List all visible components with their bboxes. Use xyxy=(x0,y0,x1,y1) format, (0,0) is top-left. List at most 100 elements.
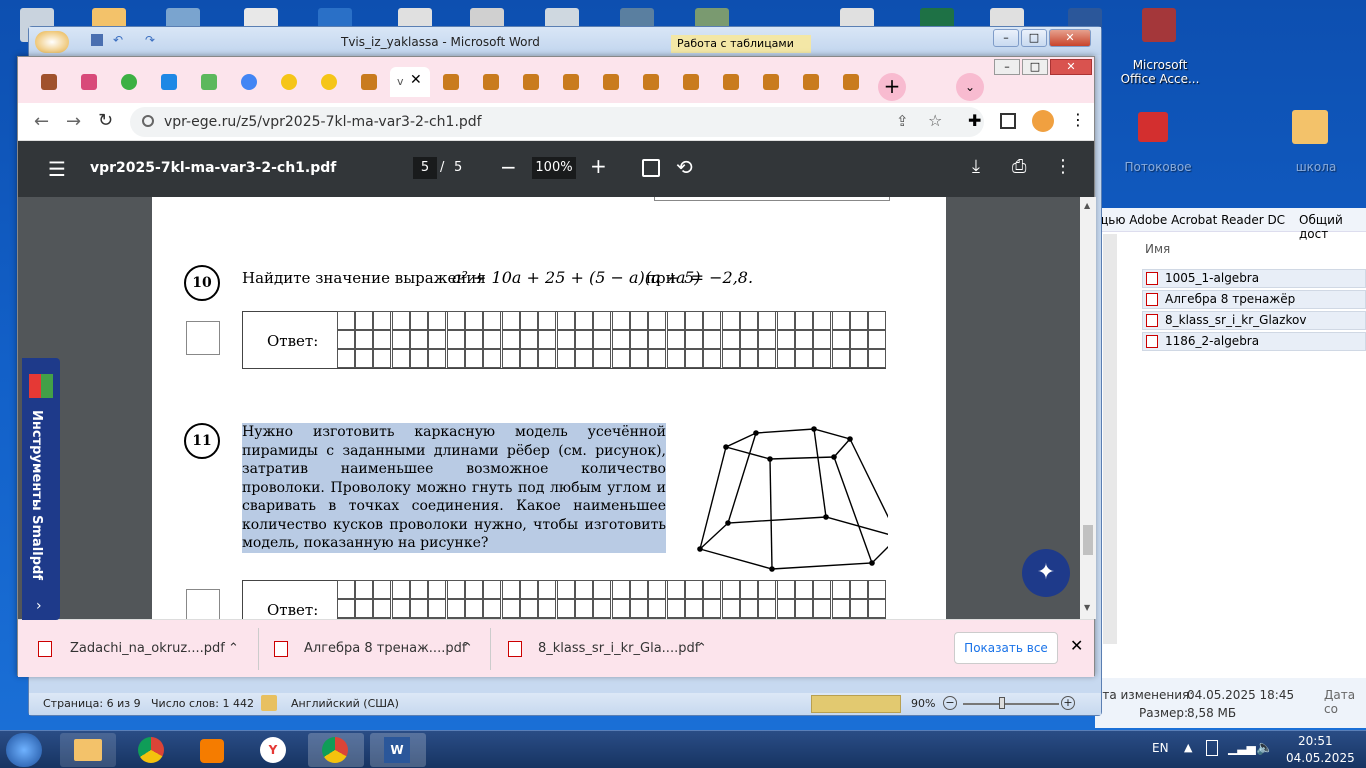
answer-cell[interactable] xyxy=(538,579,557,599)
answer-cell[interactable] xyxy=(831,598,850,619)
undo-icon[interactable]: ↶ xyxy=(113,33,123,47)
scroll-down-icon[interactable]: ▼ xyxy=(1084,603,1090,612)
chevron-up-icon[interactable]: ⌃ xyxy=(462,632,473,666)
tab[interactable] xyxy=(190,67,228,97)
answer-cell[interactable] xyxy=(464,598,484,619)
answer-cell[interactable] xyxy=(501,598,520,619)
answer-cell[interactable] xyxy=(758,310,777,330)
answer-cell[interactable] xyxy=(684,349,704,369)
answer-cell[interactable] xyxy=(794,579,814,599)
answer-cell[interactable] xyxy=(409,329,429,350)
answer-cell[interactable] xyxy=(464,579,484,599)
answer-cell[interactable] xyxy=(868,349,887,369)
answer-cell[interactable] xyxy=(574,310,594,330)
answer-cell[interactable] xyxy=(464,310,484,330)
answer-cell[interactable] xyxy=(849,579,869,599)
signal-icon[interactable]: ▁▃▅ xyxy=(1228,741,1256,755)
answer-cell[interactable] xyxy=(849,598,869,619)
answer-cell[interactable] xyxy=(666,598,685,619)
answer-cell[interactable] xyxy=(574,579,594,599)
answer-cell[interactable] xyxy=(739,349,759,369)
show-all-button[interactable]: Показать все xyxy=(954,632,1058,664)
answer-cell[interactable] xyxy=(483,579,502,599)
smallpdf-sidebar[interactable]: Инструменты Smallpdf › xyxy=(22,358,60,620)
answer-cell[interactable] xyxy=(666,329,685,350)
tab[interactable] xyxy=(712,67,750,97)
answer-cell[interactable] xyxy=(538,349,557,369)
tab-search-icon[interactable]: ⌄ xyxy=(956,73,984,101)
answer-cell[interactable] xyxy=(813,579,832,599)
tab[interactable] xyxy=(432,67,470,97)
answer-cell[interactable] xyxy=(611,598,630,619)
explorer-taskbar-icon[interactable] xyxy=(60,733,116,767)
answer-cell[interactable] xyxy=(813,349,832,369)
tab[interactable] xyxy=(752,67,790,97)
answer-cell[interactable] xyxy=(519,598,539,619)
close-button[interactable]: ✕ xyxy=(1049,29,1091,47)
answer-cell[interactable] xyxy=(758,329,777,350)
rotate-icon[interactable]: ⟲ xyxy=(676,155,693,179)
tab[interactable] xyxy=(270,67,308,97)
answer-cell[interactable] xyxy=(483,310,502,330)
answer-cell[interactable] xyxy=(373,579,392,599)
word-titlebar[interactable]: ↶ ↷ Tvis_iz_yaklassa - Microsoft Word Ра… xyxy=(29,27,1101,55)
answer-cell[interactable] xyxy=(849,329,869,350)
share-icon[interactable]: ⇪ xyxy=(896,112,909,130)
answer-cell[interactable] xyxy=(446,329,465,350)
sidepanel-icon[interactable] xyxy=(1000,113,1016,129)
answer-cell[interactable] xyxy=(684,598,704,619)
answer-cell[interactable] xyxy=(703,349,722,369)
scroll-thumb[interactable] xyxy=(1083,525,1093,555)
save-icon[interactable] xyxy=(91,34,103,46)
url-text[interactable]: vpr-ege.ru/z5/vpr2025-7kl-ma-var3-2-ch1.… xyxy=(164,114,482,130)
answer-cell[interactable] xyxy=(519,349,539,369)
file-row[interactable]: 8_klass_sr_i_kr_Glazkov xyxy=(1142,311,1366,330)
answer-cell[interactable] xyxy=(611,329,630,350)
access-icon[interactable] xyxy=(1142,8,1176,42)
show-hidden-icons[interactable]: ▲ xyxy=(1184,741,1192,754)
answer-cell[interactable] xyxy=(354,349,374,369)
answer-cell[interactable] xyxy=(739,579,759,599)
answer-cell[interactable] xyxy=(868,310,887,330)
pdf-viewport[interactable]: 10 Найдите значение выражения a² + 10a +… xyxy=(18,197,1080,619)
answer-cell[interactable] xyxy=(574,349,594,369)
answer-cell[interactable] xyxy=(336,310,355,330)
answer-cell[interactable] xyxy=(794,329,814,350)
magic-wand-icon[interactable]: ✦ xyxy=(1022,549,1070,597)
office-button[interactable] xyxy=(35,31,69,53)
answer-cell[interactable] xyxy=(813,310,832,330)
tab[interactable] xyxy=(512,67,550,97)
clock-date[interactable]: 04.05.2025 xyxy=(1286,751,1355,765)
answer-cell[interactable] xyxy=(721,349,740,369)
tab[interactable] xyxy=(832,67,870,97)
context-tab[interactable]: Работа с таблицами xyxy=(671,35,811,53)
menu-icon[interactable]: ⋮ xyxy=(1070,110,1086,129)
answer-cell[interactable] xyxy=(409,598,429,619)
minimize-button[interactable]: – xyxy=(993,29,1019,47)
device-icon[interactable] xyxy=(1206,740,1218,756)
answer-cell[interactable] xyxy=(519,329,539,350)
scroll-up-icon[interactable]: ▲ xyxy=(1084,201,1090,210)
answer-cell[interactable] xyxy=(354,310,374,330)
bookmark-star-icon[interactable]: ☆ xyxy=(928,111,942,130)
chrome-taskbar-icon[interactable] xyxy=(308,733,364,767)
answer-cell[interactable] xyxy=(574,329,594,350)
pdf-icon[interactable] xyxy=(1138,112,1168,142)
minimize-button[interactable]: – xyxy=(994,59,1020,75)
answer-cell[interactable] xyxy=(831,329,850,350)
answer-cell[interactable] xyxy=(409,579,429,599)
answer-cell[interactable] xyxy=(629,310,649,330)
answer-cell[interactable] xyxy=(446,310,465,330)
answer-cell[interactable] xyxy=(501,349,520,369)
task-text-selected[interactable]: Нужно изготовить каркасную модель усечён… xyxy=(242,423,666,553)
answer-cell[interactable] xyxy=(428,310,447,330)
zoom-out-icon[interactable]: − xyxy=(500,155,517,179)
answer-cell[interactable] xyxy=(758,598,777,619)
answer-cell[interactable] xyxy=(868,329,887,350)
yandex-taskbar-icon[interactable]: Y xyxy=(246,733,302,767)
answer-cell[interactable] xyxy=(336,598,355,619)
answer-cell[interactable] xyxy=(611,310,630,330)
file-row[interactable]: 1005_1-algebra xyxy=(1142,269,1366,288)
answer-cell[interactable] xyxy=(703,579,722,599)
answer-cell[interactable] xyxy=(391,349,410,369)
